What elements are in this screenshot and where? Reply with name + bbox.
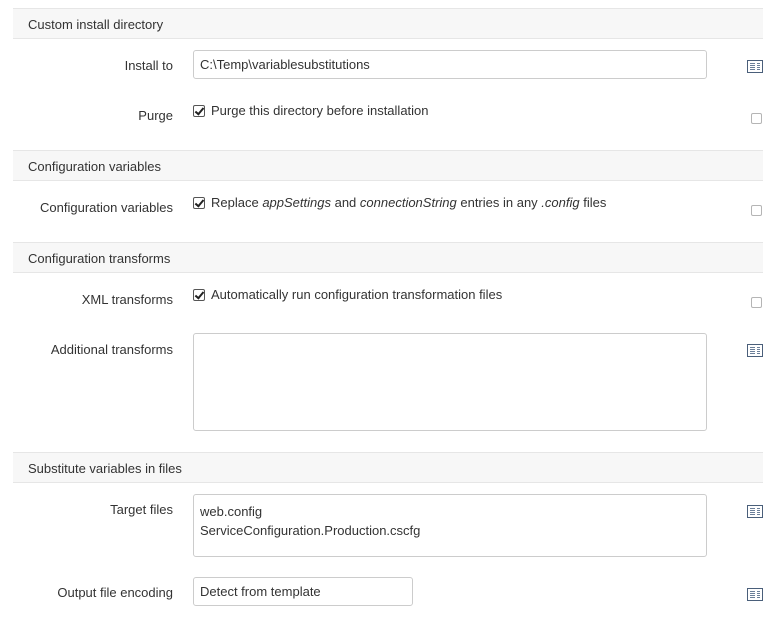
target-file-line: ServiceConfiguration.Production.cscfg [200,523,421,538]
install-to-label: Install to [124,58,173,73]
section-header-configuration-transforms: Configuration transforms [13,242,763,273]
section-title: Configuration variables [28,159,161,174]
purge-checkbox-row[interactable]: Purge this directory before installation [193,103,429,118]
output-file-encoding-label: Output file encoding [57,585,173,600]
variable-picker-icon[interactable] [747,588,763,601]
variable-picker-icon[interactable] [747,344,763,357]
purge-label: Purge [138,108,173,123]
target-files-label: Target files [110,502,173,517]
xml-transforms-checkbox-row[interactable]: Automatically run configuration transfor… [193,287,502,302]
target-file-line: web.config [200,504,263,519]
section-header-configuration-variables: Configuration variables [13,150,763,181]
purge-checkbox[interactable] [193,105,205,117]
bound-checkbox[interactable] [751,205,762,216]
xml-transforms-checkbox-label: Automatically run configuration transfor… [211,287,503,302]
section-title: Substitute variables in files [28,461,182,476]
configuration-variables-checkbox-label: Replace appSettings and connectionString… [211,195,607,210]
output-file-encoding-input[interactable] [193,577,413,606]
configuration-variables-checkbox[interactable] [193,197,205,209]
purge-checkbox-label: Purge this directory before installation [211,103,429,118]
bound-checkbox[interactable] [751,113,762,124]
additional-transforms-label: Additional transforms [50,342,173,357]
configuration-variables-checkbox-row[interactable]: Replace appSettings and connectionString… [193,195,606,210]
section-title: Custom install directory [28,17,164,32]
bound-checkbox[interactable] [751,297,762,308]
variable-picker-icon[interactable] [747,60,763,73]
section-header-install-directory: Custom install directory [13,8,763,39]
additional-transforms-textarea[interactable] [193,333,707,431]
section-title: Configuration transforms [28,251,171,266]
xml-transforms-label: XML transforms [81,292,173,307]
configuration-variables-label: Configuration variables [40,200,173,215]
install-to-input[interactable] [193,50,707,79]
target-files-textarea[interactable]: web.config ServiceConfiguration.Producti… [193,494,707,557]
xml-transforms-checkbox[interactable] [193,289,205,301]
section-header-substitute-variables: Substitute variables in files [13,452,763,483]
variable-picker-icon[interactable] [747,505,763,518]
